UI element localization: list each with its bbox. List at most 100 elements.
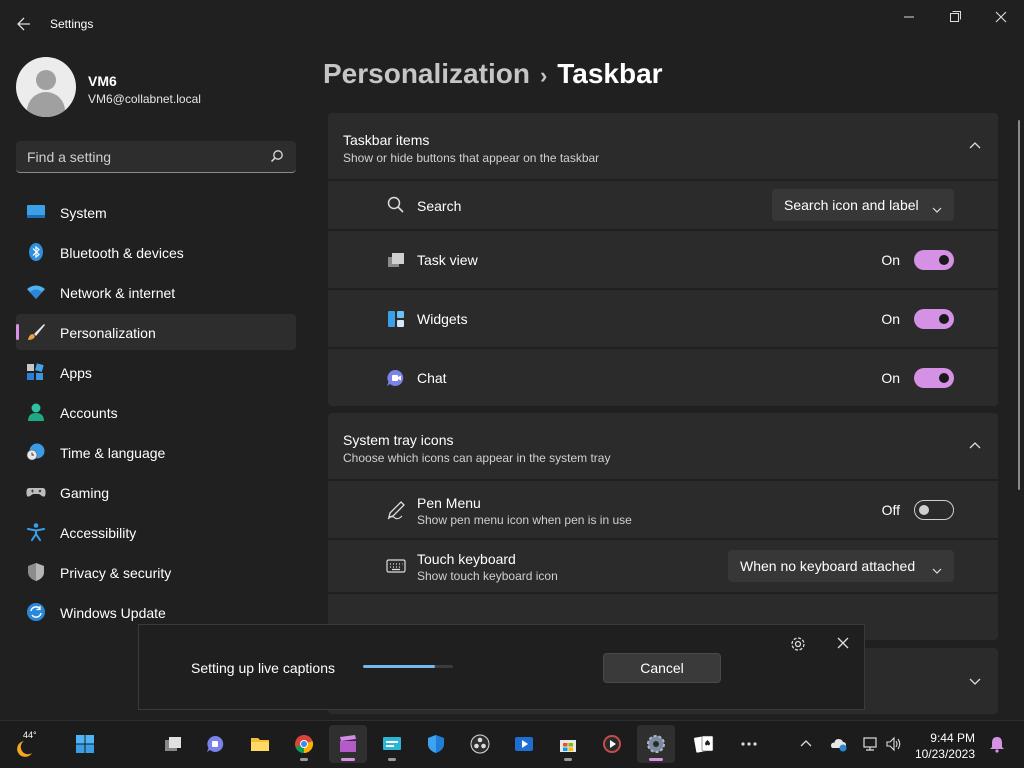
widgets-row: Widgets On: [328, 290, 998, 347]
solitaire-icon[interactable]: [685, 725, 723, 763]
clapperboard-icon[interactable]: [329, 725, 367, 763]
pen-icon: [386, 500, 406, 520]
wifi-icon: [26, 283, 46, 301]
keyboard-icon: [386, 556, 406, 576]
chrome-icon[interactable]: [285, 725, 323, 763]
back-arrow-icon[interactable]: [16, 14, 32, 34]
store-icon[interactable]: [549, 725, 587, 763]
sidebar-item-personalization[interactable]: Personalization: [16, 314, 296, 350]
toggle-status: On: [881, 252, 900, 268]
accounts-icon: [26, 403, 46, 421]
minimize-icon[interactable]: [897, 8, 921, 26]
row-label: Widgets: [417, 311, 468, 327]
sidebar-item-system[interactable]: System: [16, 194, 296, 230]
sidebar-item-apps[interactable]: Apps: [16, 354, 296, 390]
onedrive-icon[interactable]: [829, 735, 847, 753]
search-setting-row: Search Search icon and label: [328, 181, 998, 229]
setup-progress-bar: [363, 665, 453, 668]
taskbar-clock[interactable]: 9:44 PM 10/23/2023: [913, 730, 975, 762]
pen-menu-toggle[interactable]: [914, 500, 954, 520]
sidebar-item-gaming[interactable]: Gaming: [16, 474, 296, 510]
sidebar-item-label: Time & language: [60, 445, 166, 461]
search-icon[interactable]: [270, 149, 284, 163]
task-view-icon[interactable]: [154, 725, 192, 763]
pen-menu-row: Pen Menu Show pen menu icon when pen is …: [328, 481, 998, 538]
row-label: Pen Menu: [417, 495, 481, 511]
gear-icon[interactable]: [789, 635, 807, 653]
live-captions-status: Setting up live captions: [191, 660, 335, 676]
apps-icon: [26, 363, 46, 381]
start-icon[interactable]: [66, 725, 104, 763]
system-tray-header[interactable]: System tray icons Choose which icons can…: [328, 413, 998, 479]
section-subtitle: Choose which icons can appear in the sys…: [343, 451, 611, 465]
settings-icon[interactable]: [637, 725, 675, 763]
row-label: Chat: [417, 370, 447, 386]
shield-icon: [26, 563, 46, 581]
sidebar-item-label: Apps: [60, 365, 92, 381]
section-title: System tray icons: [343, 432, 454, 448]
cancel-button[interactable]: Cancel: [603, 653, 721, 683]
chat-icon[interactable]: [197, 725, 235, 763]
chevron-up-icon[interactable]: [968, 139, 982, 153]
sidebar-item-bluetooth[interactable]: Bluetooth & devices: [16, 234, 296, 270]
chevron-down-icon[interactable]: [968, 674, 982, 688]
task-view-toggle[interactable]: [914, 250, 954, 270]
sidebar-item-label: System: [60, 205, 107, 221]
chevron-down-icon: [932, 201, 942, 213]
breadcrumb-parent[interactable]: Personalization: [323, 58, 530, 89]
obs-icon[interactable]: [461, 725, 499, 763]
breadcrumb-separator: ›: [539, 63, 548, 88]
user-profile[interactable]: VM6 VM6@collabnet.local: [16, 57, 296, 117]
search-input[interactable]: [16, 141, 256, 172]
bell-icon[interactable]: [988, 735, 1006, 753]
file-explorer-icon[interactable]: [241, 725, 279, 763]
scrollbar[interactable]: [1018, 120, 1020, 490]
page-title: Taskbar: [557, 58, 663, 89]
user-name: VM6: [88, 73, 117, 89]
clock-time: 9:44 PM: [930, 731, 975, 745]
network-icon[interactable]: [861, 735, 879, 753]
chat-row: Chat On: [328, 349, 998, 406]
row-label: Touch keyboard: [417, 551, 516, 567]
dropdown-value: Search icon and label: [784, 197, 919, 213]
brush-icon: [26, 323, 46, 341]
defender-shield-icon[interactable]: [417, 725, 455, 763]
system-icon: [26, 203, 46, 221]
sidebar-item-network[interactable]: Network & internet: [16, 274, 296, 310]
chevron-up-icon[interactable]: [797, 735, 815, 753]
close-icon[interactable]: [989, 8, 1013, 26]
media-player-icon[interactable]: [593, 725, 631, 763]
video-editor-icon[interactable]: [505, 725, 543, 763]
close-icon[interactable]: [835, 635, 851, 651]
sidebar-item-accessibility[interactable]: Accessibility: [16, 514, 296, 550]
breadcrumb: Personalization › Taskbar: [323, 58, 663, 90]
sidebar-item-accounts[interactable]: Accounts: [16, 394, 296, 430]
chevron-down-icon: [932, 562, 942, 574]
clock-date: 10/23/2023: [914, 747, 975, 761]
more-icon[interactable]: [730, 725, 768, 763]
volume-icon[interactable]: [885, 735, 903, 753]
chevron-up-icon[interactable]: [968, 439, 982, 453]
widgets-toggle[interactable]: [914, 309, 954, 329]
maximize-icon[interactable]: [943, 8, 967, 26]
sidebar-item-time-language[interactable]: Time & language: [16, 434, 296, 470]
sidebar-item-label: Gaming: [60, 485, 110, 501]
avatar: [16, 57, 76, 117]
gamepad-icon: [26, 483, 46, 501]
search-mode-dropdown[interactable]: Search icon and label: [772, 189, 954, 221]
sidebar-item-privacy[interactable]: Privacy & security: [16, 554, 296, 590]
user-email: VM6@collabnet.local: [88, 92, 201, 106]
section-subtitle: Show or hide buttons that appear on the …: [343, 151, 600, 165]
toggle-status: On: [881, 370, 900, 386]
remote-desktop-icon[interactable]: [373, 725, 411, 763]
row-description: Show pen menu icon when pen is in use: [417, 513, 632, 527]
sidebar-item-label: Accounts: [60, 405, 118, 421]
chat-toggle[interactable]: [914, 368, 954, 388]
touch-keyboard-dropdown[interactable]: When no keyboard attached: [728, 550, 954, 582]
taskbar-items-header[interactable]: Taskbar items Show or hide buttons that …: [328, 113, 998, 179]
progress-fill: [363, 665, 435, 668]
widgets-icon: [386, 309, 406, 329]
row-label: Task view: [417, 252, 478, 268]
task-view-row: Task view On: [328, 231, 998, 288]
bluetooth-icon: [26, 243, 46, 261]
